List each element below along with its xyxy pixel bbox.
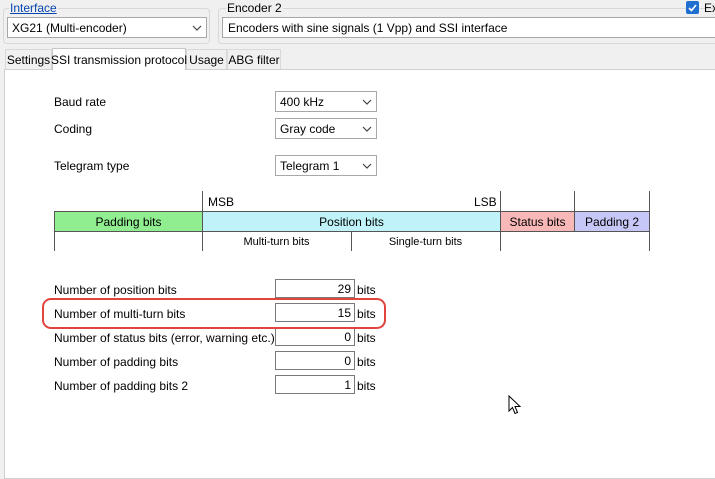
position-bits-cell: Position bits [202, 211, 501, 232]
status-bits-input[interactable]: 0 [275, 327, 355, 346]
telegram-type-label: Telegram type [54, 159, 130, 173]
position-bits-label: Number of position bits [54, 283, 177, 297]
baud-rate-select[interactable]: 400 kHz [275, 91, 377, 112]
padding-bits-2-input[interactable]: 1 [275, 375, 355, 394]
tab-settings[interactable]: Settings [5, 49, 52, 69]
encoder-checkbox-label: Ex [704, 1, 715, 15]
padding-bits-label: Number of padding bits [54, 355, 179, 369]
baud-rate-label: Baud rate [54, 95, 107, 109]
padding-bits-unit: bits [357, 355, 376, 369]
encoder-group-title: Encoder 2 [226, 1, 283, 15]
status-bits-label: Number of status bits (error, warning et… [54, 331, 275, 345]
single-turn-bits-label: Single-turn bits [388, 236, 463, 248]
diagram-divider [54, 231, 55, 251]
mouse-cursor-icon [508, 394, 522, 418]
telegram-type-select[interactable]: Telegram 1 [275, 155, 377, 176]
diagram-divider [500, 231, 501, 251]
padding-bits-2-label: Number of padding bits 2 [54, 379, 189, 393]
status-bits-cell: Status bits [500, 211, 575, 232]
tab-ssi-transmission-protocol[interactable]: SSI transmission protocol [50, 48, 188, 70]
padding-bits-cell: Padding bits [54, 211, 203, 232]
checkmark-icon [688, 3, 697, 12]
chevron-down-icon [358, 92, 376, 111]
chevron-down-icon [358, 156, 376, 175]
interface-select-value: XG21 (Multi-encoder) [12, 20, 127, 35]
encoder-enable-checkbox[interactable] [686, 1, 699, 14]
padding-2-cell: Padding 2 [574, 211, 650, 232]
coding-select[interactable]: Gray code [275, 118, 377, 139]
diagram-divider [649, 231, 650, 251]
multi-turn-bits-label: Multi-turn bits [243, 236, 310, 248]
chevron-down-icon [358, 119, 376, 138]
tab-label: ABG filter [228, 52, 280, 67]
status-bits-unit: bits [357, 331, 376, 345]
diagram-divider [649, 191, 650, 211]
tab-label: Settings [6, 52, 51, 67]
telegram-diagram: MSB LSB Padding bits Position bits Statu… [54, 191, 650, 251]
telegram-type-value: Telegram 1 [280, 158, 340, 173]
interface-link[interactable]: Interface [9, 1, 58, 15]
position-bits-unit: bits [357, 283, 376, 297]
msb-label: MSB [208, 195, 235, 209]
chevron-down-icon [188, 18, 206, 37]
baud-rate-value: 400 kHz [280, 94, 325, 109]
lsb-label: LSB [474, 195, 497, 209]
diagram-divider [500, 191, 501, 211]
coding-value: Gray code [280, 121, 336, 136]
diagram-divider [574, 191, 575, 211]
diagram-divider [202, 191, 203, 211]
encoder-description-field: Encoders with sine signals (1 Vpp) and S… [222, 17, 715, 38]
position-bits-input[interactable]: 29 [275, 279, 355, 298]
coding-label: Coding [54, 122, 93, 136]
tab-label: SSI transmission protocol [50, 52, 188, 67]
padding-bits-2-unit: bits [357, 379, 376, 393]
padding-bits-input[interactable]: 0 [275, 351, 355, 370]
interface-select[interactable]: XG21 (Multi-encoder) [7, 17, 207, 38]
tab-abg-filter[interactable]: ABG filter [227, 49, 281, 69]
tab-usage[interactable]: Usage [186, 49, 227, 69]
tab-label: Usage [189, 52, 224, 67]
multi-turn-highlight [42, 298, 386, 329]
